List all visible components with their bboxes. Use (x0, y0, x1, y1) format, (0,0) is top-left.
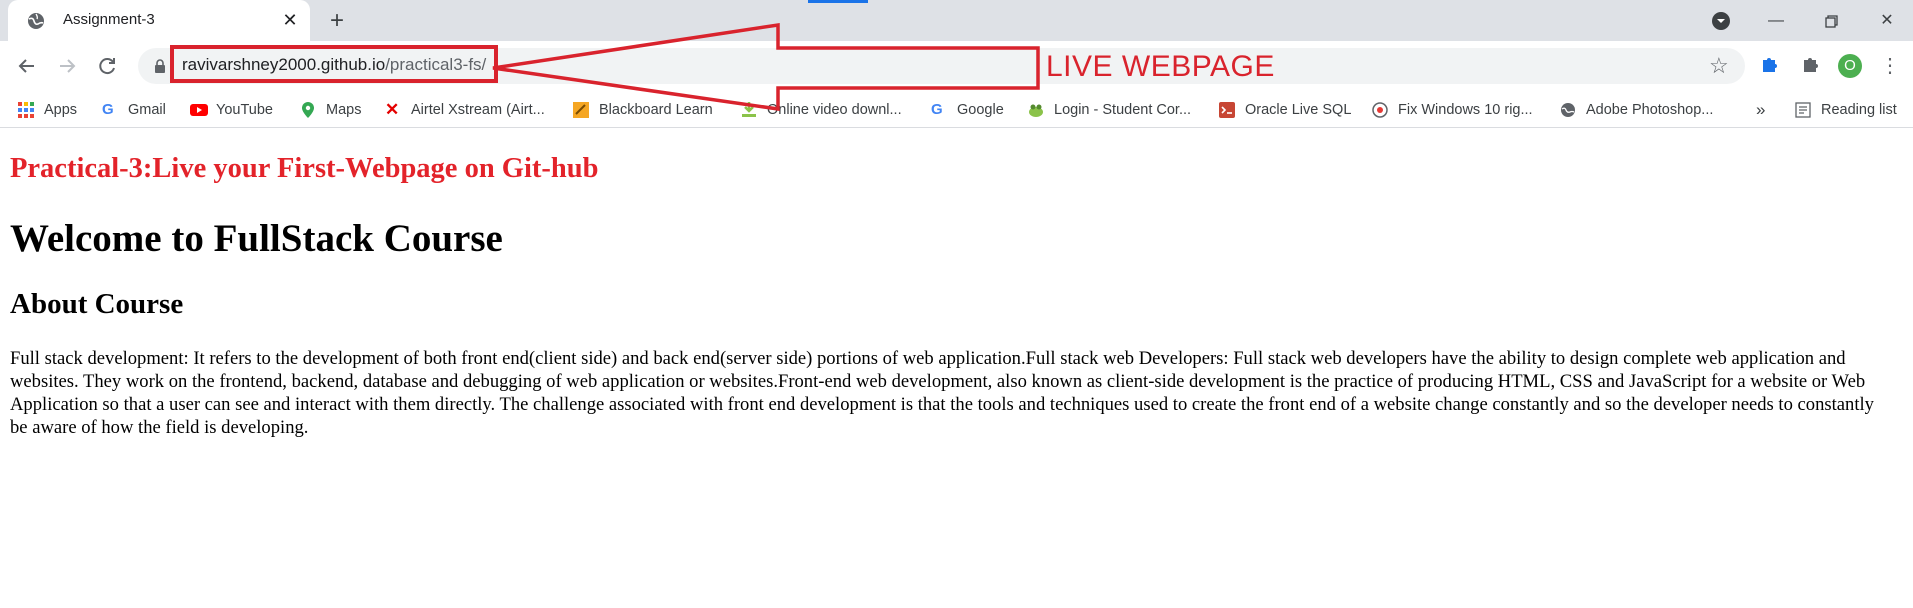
reload-icon[interactable] (92, 51, 122, 81)
airtel-icon: ✕ (385, 100, 400, 119)
page-title: Welcome to FullStack Course (10, 217, 503, 260)
reading-list-button[interactable]: Reading list (1795, 98, 1897, 122)
bookmark-google[interactable]: G Google (931, 98, 1004, 122)
url-path: /practical3-fs/ (385, 55, 487, 74)
bookmark-label: Adobe Photoshop... (1586, 102, 1714, 118)
bookmarks-bar: Apps G Gmail YouTube Maps ✕ Airtel Xstre… (0, 93, 1913, 128)
tab-strip-highlight (808, 0, 868, 3)
maps-pin-icon (300, 102, 316, 118)
bookmark-apps[interactable]: Apps (18, 98, 77, 122)
page-subtitle: Practical-3:Live your First-Webpage on G… (10, 153, 599, 184)
address-bar[interactable]: ravivarshney2000.github.io/practical3-fs… (138, 45, 1745, 84)
plus-icon[interactable]: + (324, 8, 350, 34)
bookmark-label: YouTube (216, 102, 273, 118)
bookmark-label: Gmail (128, 102, 166, 118)
google-icon: G (102, 101, 114, 118)
windows-fix-icon (1372, 102, 1388, 118)
toolbar: ravivarshney2000.github.io/practical3-fs… (0, 41, 1913, 93)
tab-strip: Assignment-3 ✕ + — ✕ (0, 0, 1913, 41)
bookmark-oracle-live-sql[interactable]: Oracle Live SQL (1219, 98, 1351, 122)
bookmark-airtel[interactable]: ✕ Airtel Xstream (Airt... (385, 98, 545, 122)
bookmark-login-student[interactable]: Login - Student Cor... (1028, 98, 1191, 122)
bookmarks-overflow-button[interactable]: » (1756, 98, 1765, 122)
section-heading: About Course (10, 288, 184, 320)
bookmark-label: Apps (44, 102, 78, 118)
youtube-icon (190, 102, 208, 118)
kebab-menu-icon[interactable]: ⋮ (1875, 51, 1905, 81)
google-icon: G (931, 101, 943, 118)
bookmark-label: Google (957, 102, 1004, 118)
close-icon[interactable]: ✕ (1874, 8, 1900, 34)
bookmark-label: Login - Student Cor... (1054, 102, 1192, 118)
url-host: ravivarshney2000.github.io (182, 55, 386, 74)
oracle-terminal-icon (1219, 102, 1235, 118)
tab-title: Assignment-3 (63, 11, 155, 28)
puzzle-extension-icon[interactable] (1755, 51, 1785, 81)
back-icon[interactable] (12, 51, 42, 81)
bookmark-youtube[interactable]: YouTube (190, 98, 273, 122)
bookmark-gmail[interactable]: G Gmail (102, 98, 166, 122)
close-tab-icon[interactable]: ✕ (280, 10, 300, 30)
bookmark-label: Fix Windows 10 rig... (1398, 102, 1533, 118)
frog-icon (1028, 102, 1044, 118)
globe-icon (26, 11, 46, 31)
forward-icon[interactable] (52, 51, 82, 81)
reading-list-icon (1795, 102, 1811, 118)
globe-icon (1560, 102, 1576, 118)
bookmark-label: Maps (326, 102, 362, 118)
tab-assignment-3[interactable]: Assignment-3 ✕ (8, 0, 310, 41)
bookmark-fix-windows[interactable]: Fix Windows 10 rig... (1372, 98, 1533, 122)
blackboard-icon (573, 102, 589, 118)
profile-initial: O (1844, 57, 1856, 74)
url-highlight-box: ravivarshney2000.github.io/practical3-fs… (170, 45, 498, 83)
bookmark-online-video[interactable]: Online video downl... (741, 98, 902, 122)
annotation-label: LIVE WEBPAGE (1046, 50, 1275, 83)
url-text[interactable]: ravivarshney2000.github.io/practical3-fs… (182, 55, 486, 75)
bookmark-star-icon[interactable]: ☆ (1709, 55, 1729, 77)
extensions-icon[interactable] (1795, 51, 1825, 81)
minimize-icon[interactable]: — (1763, 8, 1789, 34)
bookmark-label: Oracle Live SQL (1245, 102, 1352, 118)
download-icon (741, 102, 757, 118)
restore-icon[interactable] (1818, 8, 1844, 34)
course-description: Full stack development: It refers to the… (10, 348, 1874, 438)
bookmark-maps[interactable]: Maps (300, 98, 361, 122)
lock-icon[interactable] (152, 58, 168, 74)
bookmark-label: Online video downl... (767, 102, 902, 118)
profile-menu-icon[interactable] (1708, 8, 1734, 34)
bookmark-adobe-photoshop[interactable]: Adobe Photoshop... (1560, 98, 1713, 122)
apps-grid-icon (18, 102, 34, 118)
bookmark-label: Blackboard Learn (599, 102, 713, 118)
reading-list-label: Reading list (1821, 102, 1897, 118)
bookmark-blackboard[interactable]: Blackboard Learn (573, 98, 713, 122)
profile-avatar[interactable]: O (1835, 51, 1865, 81)
bookmark-label: Airtel Xstream (Airt... (411, 102, 545, 118)
